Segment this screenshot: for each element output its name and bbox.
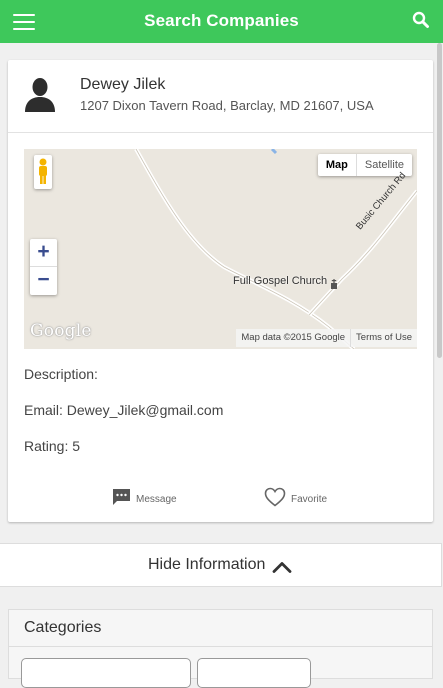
- map-type-map-button[interactable]: Map: [318, 154, 357, 176]
- zoom-out-button[interactable]: −: [30, 267, 57, 294]
- map-roads: [134, 149, 417, 349]
- categories-title: Categories: [24, 619, 102, 636]
- favorite-button[interactable]: Favorite: [264, 486, 327, 508]
- zoom-in-button[interactable]: +: [30, 239, 57, 267]
- church-icon: [330, 276, 338, 289]
- description-text: Description:: [24, 366, 98, 382]
- chevron-up-icon: [272, 562, 292, 573]
- map-attribution: Map data ©2015 Google Terms of Use: [236, 329, 417, 347]
- favorite-label: Favorite: [291, 493, 328, 505]
- contact-card: Dewey Jilek 1207 Dixon Tavern Road, Barc…: [8, 60, 433, 522]
- pegman-icon[interactable]: [34, 155, 52, 189]
- category-chip[interactable]: [197, 658, 311, 688]
- person-silhouette-icon: [24, 76, 56, 112]
- contact-name: Dewey Jilek: [80, 76, 166, 93]
- app-bar: Search Companies: [0, 0, 443, 43]
- zoom-control: + −: [30, 239, 57, 295]
- categories-divider: [9, 646, 432, 647]
- page-title: Search Companies: [144, 11, 299, 30]
- categories-card: Categories: [8, 609, 433, 688]
- heart-icon: [264, 487, 286, 507]
- map-place-label: Full Gospel Church: [233, 275, 328, 287]
- scrollbar[interactable]: [437, 43, 442, 358]
- hide-information-toggle[interactable]: Hide Information: [0, 543, 442, 587]
- message-icon: [113, 489, 130, 505]
- message-label: Message: [136, 493, 177, 505]
- map-view[interactable]: Map Satellite + − Full Gospel Church Bus…: [24, 149, 417, 349]
- category-chip[interactable]: [21, 658, 191, 688]
- email-text: Email: Dewey_Jilek@gmail.com: [24, 402, 224, 418]
- terms-of-use-link[interactable]: Terms of Use: [350, 329, 417, 347]
- contact-header: Dewey Jilek 1207 Dixon Tavern Road, Barc…: [8, 60, 433, 133]
- message-button[interactable]: Message: [112, 486, 177, 508]
- rating-text: Rating: 5: [24, 438, 81, 454]
- google-logo: Google: [30, 321, 92, 341]
- contact-address: 1207 Dixon Tavern Road, Barclay, MD 2160…: [80, 98, 374, 113]
- hide-information-label: Hide Information: [148, 556, 266, 573]
- search-icon[interactable]: [412, 11, 430, 29]
- map-data-credit: Map data ©2015 Google: [241, 332, 346, 343]
